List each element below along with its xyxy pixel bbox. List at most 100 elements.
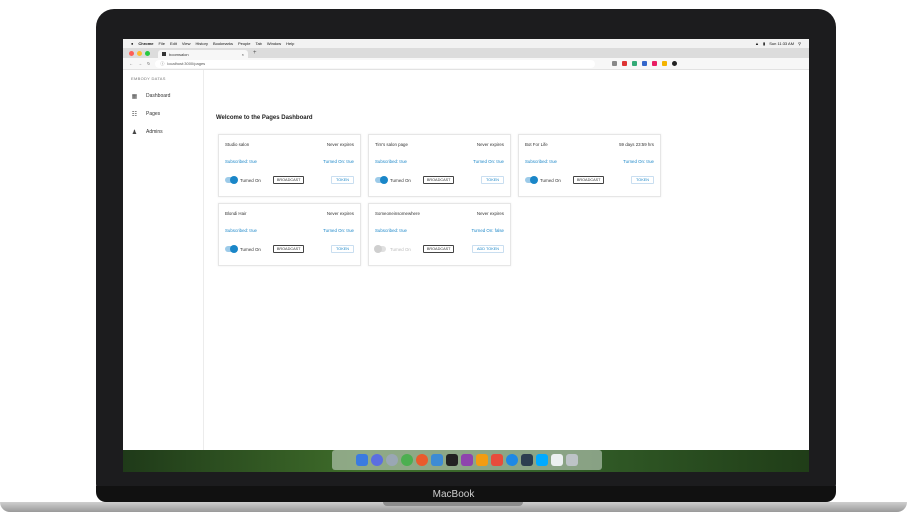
broadcast-button[interactable]: BROADCAST [422,245,455,253]
sidebar-item-dashboard[interactable]: ▦ Dashboard [123,87,203,105]
add-token-button[interactable]: ADD TOKEN [471,245,504,253]
token-button[interactable]: TOKEN [330,176,354,184]
sidebar-item-label: Admins [146,129,163,135]
app-icon[interactable] [461,454,473,466]
close-window-button[interactable] [129,50,134,56]
tab-bar: boomsalon × + [123,48,809,58]
browser-tab[interactable]: boomsalon × [158,50,248,58]
extension-icon[interactable] [662,61,668,66]
cart-icon: ☷ [131,111,138,118]
maximize-window-button[interactable] [145,50,150,56]
token-button[interactable]: TOKEN [630,176,654,184]
toggle-label: Turned On [240,246,261,252]
page-title: Welcome to the Pages Dashboard [216,115,313,121]
firefox-icon[interactable] [416,454,428,466]
card-turned-on: Turned On: true [623,158,654,164]
card-expiry: Never expires [476,141,504,147]
terminal-icon[interactable] [446,454,458,466]
reload-icon[interactable]: ↻ [147,61,150,66]
menu-tab[interactable]: Tab [255,41,261,46]
menu-window[interactable]: Window [267,41,281,46]
extension-icon[interactable] [632,61,638,66]
chrome-icon[interactable] [401,454,413,466]
turned-on-toggle[interactable] [374,245,386,253]
card-expiry: Never expires [476,210,504,216]
close-tab-icon[interactable]: × [242,52,244,57]
url-text: localhost:3000/pages [167,61,206,66]
page-card: Blondi Hair Never expires Subscribed: tru… [218,203,361,266]
card-subscribed: Subscribed: true [525,158,557,164]
forward-icon[interactable]: → [138,61,142,66]
turned-on-toggle[interactable] [225,245,238,253]
broadcast-button[interactable]: BROADCAST [272,176,305,184]
users-icon: ♟ [131,129,138,136]
docker-icon[interactable] [536,454,548,466]
card-turned-on: Turned On: true [323,158,354,164]
sidebar-item-label: Pages [146,111,161,117]
safari-icon[interactable] [386,454,398,466]
menu-people[interactable]: People [238,41,250,46]
screen: ● Chrome File Edit View History Bookmark… [123,39,809,472]
menu-view[interactable]: View [182,41,191,46]
menubar-clock[interactable]: Sun 11:33 AM [769,41,794,46]
app-icon[interactable] [506,454,518,466]
app-icon[interactable] [476,454,488,466]
toggle-label: Turned On [390,177,411,183]
card-expiry: Never expires [326,141,354,147]
card-subscribed: Subscribed: true [375,158,407,164]
extension-icon[interactable] [622,61,628,66]
notes-icon[interactable] [551,454,563,466]
app-icon[interactable] [491,454,503,466]
device-brand: MacBook [432,489,475,500]
page-card: Studio salon Never expires Subscribed: tr… [218,134,361,197]
page-card: Tim's salon page Never expires Subscribed… [368,134,511,197]
extension-icon[interactable] [642,61,648,66]
menu-file[interactable]: File [159,41,165,46]
card-name: Someoneinsomewhere [375,210,420,216]
menu-edit[interactable]: Edit [170,41,177,46]
token-button[interactable]: TOKEN [330,245,354,253]
info-icon[interactable]: ⓘ [160,61,164,67]
laptop-notch [383,502,523,506]
profile-avatar[interactable] [672,61,678,66]
sidebar-item-admins[interactable]: ♟ Admins [123,123,203,141]
back-icon[interactable]: ← [129,61,133,66]
vscode-icon[interactable] [521,454,533,466]
card-name: Studio salon [225,141,250,147]
url-field[interactable]: ⓘ localhost:3000/pages [155,59,596,68]
star-icon[interactable] [612,61,618,66]
trash-icon[interactable] [566,454,578,466]
turned-on-toggle[interactable] [225,176,238,184]
turned-on-toggle[interactable] [375,176,388,184]
launchpad-icon[interactable] [371,454,383,466]
new-tab-button[interactable]: + [253,50,257,56]
sidebar-title: EMBODY DATAS [131,76,166,81]
toggle-label: Turned On [240,177,261,183]
dock [332,450,602,470]
app-icon[interactable] [431,454,443,466]
tab-title: boomsalon [169,51,189,57]
sidebar-item-label: Dashboard [146,93,171,99]
battery-icon[interactable]: ▮ [763,41,765,46]
sidebar-item-pages[interactable]: ☷ Pages [123,105,203,123]
favicon-icon [162,52,166,56]
minimize-window-button[interactable] [137,50,142,56]
wifi-icon[interactable]: ▲ [755,41,759,46]
token-button[interactable]: TOKEN [480,176,504,184]
menu-app-name[interactable]: Chrome [138,41,153,46]
turned-on-toggle[interactable] [525,176,538,184]
card-subscribed: Subscribed: true [225,158,257,164]
menu-help[interactable]: Help [286,41,294,46]
broadcast-button[interactable]: BROADCAST [572,176,605,184]
dashboard-icon: ▦ [131,93,138,100]
broadcast-button[interactable]: BROADCAST [272,245,305,253]
menu-history[interactable]: History [196,41,208,46]
search-icon[interactable]: ⚲ [798,41,801,46]
extension-icon[interactable] [652,61,658,66]
card-expiry: 59 days 23:59 hrs [619,141,654,147]
broadcast-button[interactable]: BROADCAST [422,176,455,184]
apple-icon[interactable]: ● [131,41,133,46]
finder-icon[interactable] [356,454,368,466]
address-bar-row: ← → ↻ ⓘ localhost:3000/pages [123,58,809,70]
menu-bookmarks[interactable]: Bookmarks [213,41,233,46]
